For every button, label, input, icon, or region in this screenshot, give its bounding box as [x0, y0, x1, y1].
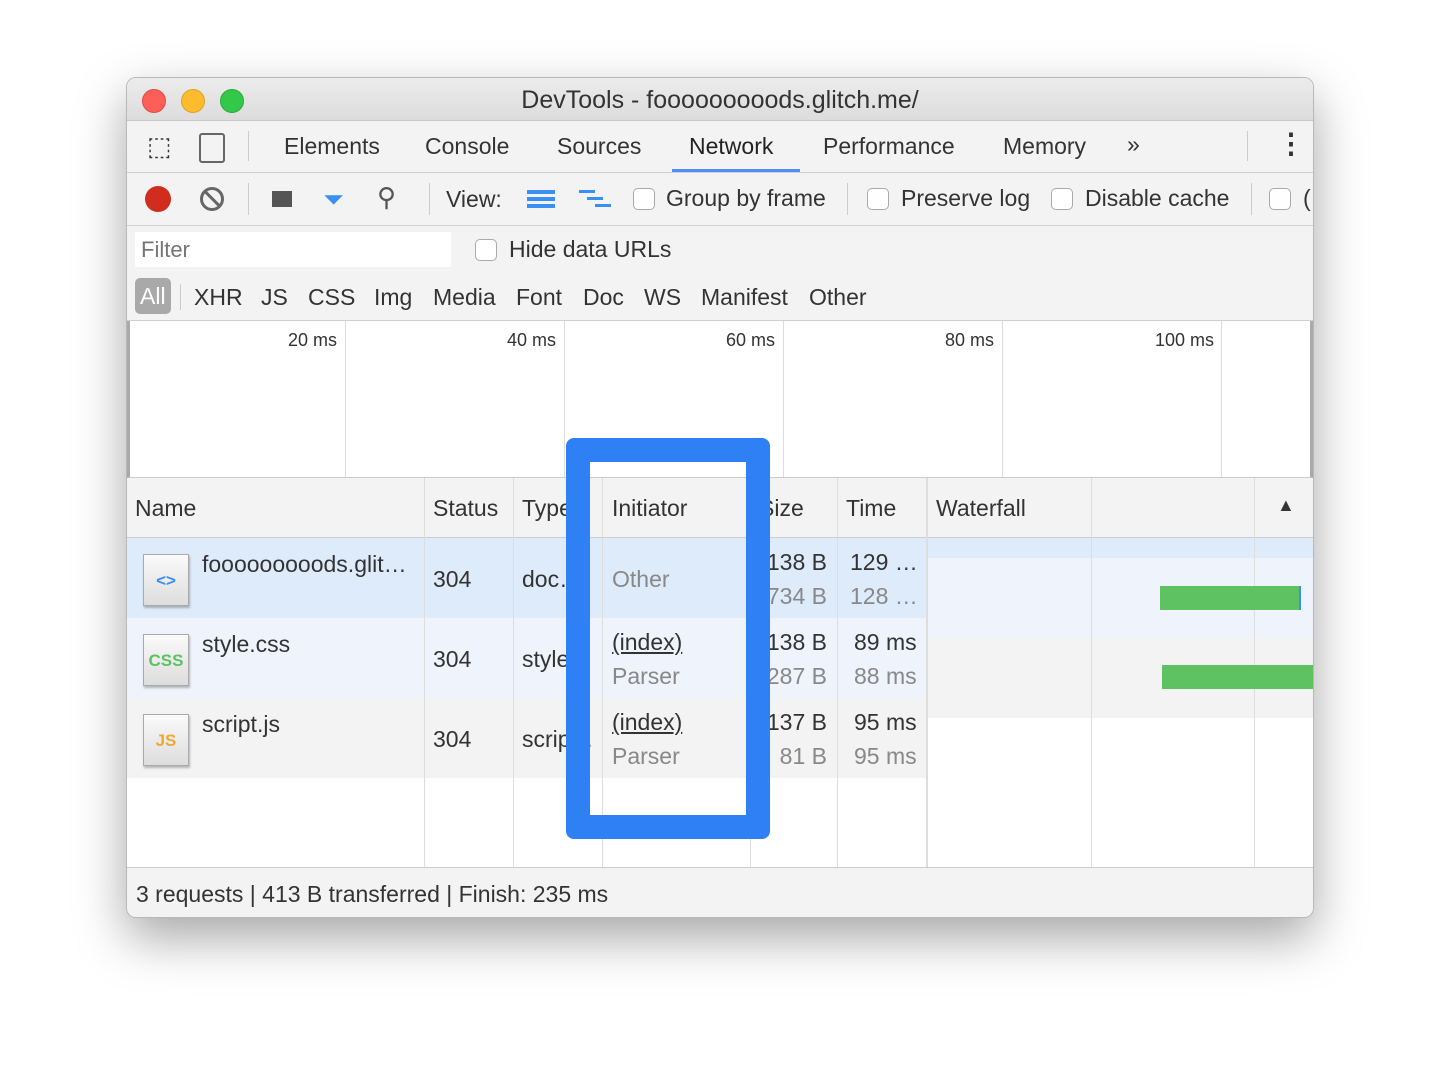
filter-funnel-icon[interactable]: ⏷	[323, 184, 344, 216]
tab-network[interactable]: Network	[689, 133, 773, 160]
inspect-element-icon[interactable]: ⬚	[147, 131, 172, 162]
tab-elements[interactable]: Elements	[284, 133, 380, 160]
request-time: 89 ms	[854, 629, 917, 655]
sort-ascending-icon[interactable]: ▲	[1277, 495, 1295, 516]
title-bar: DevTools - fooooooooods.glitch.me/	[127, 78, 1313, 121]
hide-data-urls-checkbox[interactable]	[475, 239, 497, 261]
preserve-log-label: Preserve log	[901, 185, 1031, 211]
type-img-button[interactable]: Img	[374, 284, 412, 311]
request-resource-size: 734 B	[766, 583, 827, 609]
filter-input[interactable]	[135, 232, 451, 267]
tab-memory[interactable]: Memory	[1003, 133, 1086, 160]
html-file-icon: <>	[143, 554, 189, 606]
request-time: 129 …	[850, 549, 918, 575]
request-latency: 128 …	[850, 583, 918, 609]
waterfall-bar[interactable]	[1162, 665, 1313, 689]
type-other-button[interactable]: Other	[809, 284, 867, 311]
request-status: 304	[433, 566, 472, 592]
request-latency: 88 ms	[854, 663, 917, 689]
search-icon[interactable]: ⚲	[377, 182, 396, 213]
view-label: View:	[446, 186, 502, 212]
summary-text: 3 requests | 413 B transferred | Finish:…	[136, 881, 609, 907]
type-xhr-button[interactable]: XHR	[194, 284, 243, 311]
status-bar: 3 requests | 413 B transferred | Finish:…	[127, 867, 1313, 917]
header-type[interactable]: Type	[522, 495, 572, 522]
tick-label: 40 ms	[507, 330, 557, 350]
type-css-button[interactable]: CSS	[308, 284, 355, 311]
network-toolbar: ⏷ ⚲ View: Group by frame Preserve log Di…	[127, 173, 1313, 226]
clear-icon[interactable]	[200, 187, 224, 211]
request-status: 304	[433, 646, 472, 672]
disable-cache-checkbox[interactable]	[1051, 188, 1073, 210]
tab-console[interactable]: Console	[425, 133, 509, 160]
request-name[interactable]: style.css	[202, 631, 290, 658]
large-rows-icon[interactable]	[527, 190, 555, 208]
type-all-button[interactable]: All	[135, 278, 171, 314]
header-waterfall[interactable]: Waterfall	[936, 495, 1026, 522]
window-title: DevTools - fooooooooods.glitch.me/	[521, 86, 919, 114]
tick-label: 60 ms	[726, 330, 776, 350]
tab-performance[interactable]: Performance	[823, 133, 955, 160]
offline-label-partial: (	[1303, 185, 1311, 211]
tick-label: 20 ms	[288, 330, 338, 350]
waterfall-bar[interactable]	[1160, 586, 1301, 610]
request-status: 304	[433, 726, 472, 752]
request-size: 137 B	[766, 709, 827, 735]
request-size: 138 B	[766, 549, 827, 575]
header-time[interactable]: Time	[846, 495, 896, 522]
group-by-frame-checkbox[interactable]	[633, 188, 655, 210]
menu-kebab-icon[interactable]: ⋮	[1277, 127, 1305, 160]
css-file-icon: CSS	[143, 634, 189, 686]
header-name[interactable]: Name	[135, 495, 196, 522]
type-media-button[interactable]: Media	[433, 284, 496, 311]
hide-data-urls-label: Hide data URLs	[509, 236, 672, 262]
type-js-button[interactable]: JS	[261, 284, 288, 311]
offline-checkbox[interactable]	[1269, 188, 1291, 210]
panel-tabs: ⬚ Elements Console Sources Network Perfo…	[127, 121, 1313, 173]
tick-label: 100 ms	[1155, 330, 1215, 350]
request-name[interactable]: fooooooooods.glit…	[202, 551, 407, 578]
js-file-icon: JS	[143, 714, 189, 766]
tab-sources[interactable]: Sources	[557, 133, 641, 160]
filter-bar: Hide data URLs All XHR JS CSS Img Media …	[127, 226, 1313, 321]
screenshot-camera-icon[interactable]	[272, 191, 292, 207]
more-tabs-button[interactable]: »	[1127, 131, 1140, 158]
preserve-log-checkbox[interactable]	[867, 188, 889, 210]
device-toolbar-icon[interactable]	[199, 133, 225, 163]
disable-cache-label: Disable cache	[1085, 185, 1230, 211]
request-resource-size: 81 B	[779, 743, 827, 769]
request-latency: 95 ms	[854, 743, 917, 769]
tick-label: 80 ms	[945, 330, 995, 350]
initiator-column-highlight	[566, 438, 770, 839]
active-tab-indicator	[672, 169, 800, 172]
type-font-button[interactable]: Font	[516, 284, 562, 311]
request-time: 95 ms	[854, 709, 917, 735]
header-status[interactable]: Status	[433, 495, 498, 522]
record-icon[interactable]	[145, 186, 171, 212]
overview-icon[interactable]	[579, 190, 611, 208]
request-size: 138 B	[766, 629, 827, 655]
type-manifest-button[interactable]: Manifest	[701, 284, 788, 311]
request-resource-size: 287 B	[766, 663, 827, 689]
type-doc-button[interactable]: Doc	[583, 284, 624, 311]
request-name[interactable]: script.js	[202, 711, 280, 738]
group-by-frame-label: Group by frame	[666, 185, 826, 211]
type-ws-button[interactable]: WS	[644, 284, 681, 311]
